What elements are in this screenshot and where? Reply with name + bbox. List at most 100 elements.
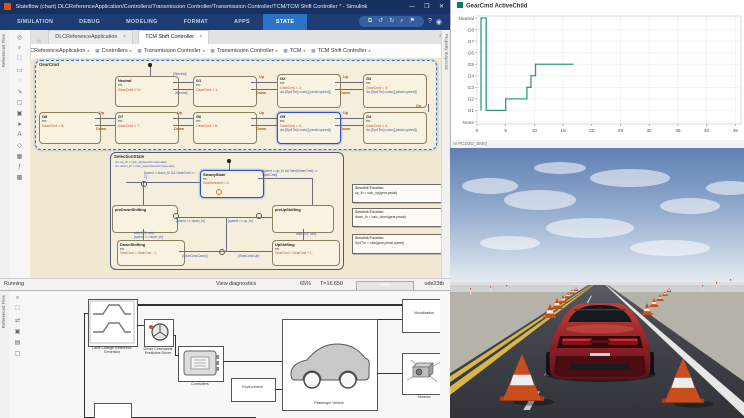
screenshot-icon[interactable]: ▤ (9, 339, 26, 346)
help-icon[interactable]: ? (428, 18, 432, 25)
box-icon[interactable]: ▢ (9, 99, 30, 106)
transition-label: [speed > down_th && GearCmd == 1] (144, 171, 196, 179)
ribbon-tab-debug[interactable]: DEBUG (66, 14, 113, 30)
solver-name[interactable]: ode23tb (425, 279, 445, 290)
fit-view-icon[interactable]: ⛶ (9, 306, 26, 313)
transition-label: [GearCmd:Down] (182, 254, 207, 258)
fit-view-icon[interactable]: ⛶ (9, 56, 30, 63)
state-g4[interactable]: G4 en: GearCmd = 4; du:[SpdThr]=calc([,p… (363, 112, 427, 144)
titlebar[interactable]: Stateflow (chart) DLCReferenceApplicatio… (0, 0, 450, 14)
ribbon-tab-modeling[interactable]: MODELING (113, 14, 170, 30)
svg-text:20: 20 (589, 128, 595, 134)
scope-plot[interactable]: NeutralG8G7G6G5G4G3G2G1None0510152025303… (451, 10, 744, 140)
block-environment[interactable] (231, 378, 276, 402)
junction-icon[interactable]: ◇ (9, 142, 30, 149)
state-icon[interactable]: ▭ (9, 67, 30, 74)
zoom-icon[interactable]: ⌕ (9, 295, 26, 302)
copy-icon[interactable]: ⧉ (368, 16, 372, 27)
chart-icon[interactable]: ▩ (9, 174, 30, 181)
bookmark-icon[interactable]: ⚑ (410, 16, 415, 27)
sim-time: T=16.650 (320, 279, 343, 290)
simulink-function-box[interactable]: Simulink Function SpdThr = calc(gear,ped… (352, 234, 441, 254)
breadcrumb-item[interactable]: DLCReferenceApplication (23, 48, 85, 54)
connector-line (428, 104, 429, 112)
doc-tab-tcm-shift-controller[interactable]: TCM Shift Controller × (138, 30, 209, 44)
breadcrumb-item[interactable]: TCM Shift Controller (318, 48, 367, 54)
ribbon-tab-state[interactable]: STATE (263, 14, 307, 30)
redo-icon[interactable]: ↻ (389, 16, 394, 27)
block-controllers[interactable] (178, 346, 224, 382)
view-diagnostics-link[interactable]: View diagnostics (216, 279, 256, 290)
state-g8[interactable]: G8 en: GearCmd = 8; (39, 112, 101, 144)
model-canvas[interactable]: Lane Change Reference Generator Driver C… (26, 291, 440, 418)
state-predownshifting[interactable]: preDownShifting (112, 205, 178, 233)
sim3d-viewport[interactable] (450, 148, 744, 418)
state-g3[interactable]: G3 en: GearCmd = 3; du:[SpdThr]=calc([,p… (363, 74, 427, 108)
junction (256, 213, 262, 219)
breadcrumb-item[interactable]: Transmission Controller (217, 48, 274, 54)
block-sensors[interactable] (402, 353, 440, 395)
breadcrumb-item[interactable]: Controllers (102, 48, 128, 54)
legend-swatch (457, 2, 463, 8)
breadcrumb-separator: ▸ (302, 48, 307, 53)
doc-tab-dlcreferenceapplication[interactable]: DLCReferenceApplication × (48, 30, 132, 44)
close-icon[interactable]: × (200, 34, 203, 40)
block-lane-change-reference-generator[interactable] (88, 299, 138, 347)
block-passenger-vehicle[interactable] (282, 319, 378, 411)
simulink-function-box[interactable]: Simulink Function up_th = calc_up(gear,p… (352, 184, 441, 203)
block-visualization[interactable] (402, 299, 440, 333)
stateflow-canvas[interactable]: GearCmd Neutral en: GearCmd = N; G1 en: … (30, 58, 441, 278)
state-upshifting[interactable]: UpShifting en: GearCmd = GearCmd + 1; (272, 240, 340, 266)
transition-label: [!Neutral] (173, 72, 186, 76)
breadcrumb-item[interactable]: TCM (290, 48, 302, 54)
connector-line (335, 118, 363, 119)
annotation-icon[interactable]: A (9, 132, 30, 138)
state-g1[interactable]: G1 en: GearCmd = 1; (193, 76, 257, 107)
image-icon[interactable]: ▣ (9, 328, 26, 335)
connector-line (173, 118, 193, 119)
svg-text:None: None (463, 120, 475, 126)
pan-icon[interactable]: ⇄ (9, 317, 26, 324)
screen: Stateflow (chart) DLCReferenceApplicatio… (0, 0, 744, 418)
maximize-button[interactable]: ❐ (420, 0, 433, 14)
sim3d-window-title[interactable]: nt PCD3D_SM5) (450, 140, 744, 148)
explore-icon[interactable]: ◎ (9, 34, 30, 41)
simulink-function-box[interactable]: Simulink Function down_th = calc_down(ge… (352, 208, 441, 227)
history-junction-icon[interactable]: ◌ (9, 78, 30, 84)
state-g7[interactable]: G7 en: GearCmd = 7; (115, 112, 179, 144)
minimize-button[interactable]: — (406, 0, 419, 14)
block-predictive-driver[interactable] (144, 319, 174, 347)
truth-table-icon[interactable]: ▦ (9, 153, 30, 160)
ribbon-tab-simulation[interactable]: SIMULATION (4, 14, 66, 30)
zoom-icon[interactable]: ⌕ (9, 45, 30, 52)
connector-line (173, 82, 193, 83)
connector-line (376, 319, 402, 320)
ribbon-tabs: SIMULATIONDEBUGMODELINGFORMATAPPSSTATE (4, 14, 307, 30)
block-partial[interactable] (94, 403, 132, 418)
close-icon[interactable]: × (123, 34, 126, 40)
state-g5-selected[interactable]: G5 en: GearCmd = 5; du:[SpdThr]=calc([,p… (277, 112, 341, 144)
function-icon[interactable]: ƒ (9, 164, 30, 170)
transition-icon[interactable]: ↘ (9, 88, 30, 95)
ribbon-tab-apps[interactable]: APPS (221, 14, 263, 30)
close-button[interactable]: ✕ (435, 0, 448, 14)
state-g6[interactable]: G6 en: GearCmd = 6; (193, 112, 257, 144)
junction-highlighted (216, 189, 222, 195)
breadcrumb-separator: ▸ (202, 48, 207, 53)
ecu-icon (179, 347, 221, 379)
state-neutral[interactable]: Neutral en: GearCmd = N; (115, 76, 179, 107)
connector-line (173, 125, 193, 126)
state-downshifting[interactable]: DownShifting en: GearCmd = GearCmd - 1; (117, 240, 185, 266)
ribbon-tab-format[interactable]: FORMAT (171, 14, 221, 30)
select-icon[interactable]: ▢ (9, 350, 26, 357)
state-steadystate-selected[interactable]: SteadyState en: GearSelected = G; (200, 170, 264, 198)
breadcrumb[interactable]: ▦DLCReferenceApplication ▸ ▦Controllers … (14, 44, 372, 58)
image-icon[interactable]: ▣ (9, 110, 30, 117)
arrow-icon[interactable]: ➤ (9, 121, 30, 128)
record-icon[interactable]: ◉ (436, 18, 442, 26)
undo-icon[interactable]: ↺ (378, 16, 383, 27)
svg-text:G5: G5 (468, 62, 475, 68)
breadcrumb-item[interactable]: Transmission Controller (144, 48, 201, 54)
search-icon[interactable]: ⌕ (400, 16, 403, 27)
state-g2[interactable]: G2 en: GearCmd = 2; du:[SpdThr]=calc([,p… (277, 74, 341, 108)
